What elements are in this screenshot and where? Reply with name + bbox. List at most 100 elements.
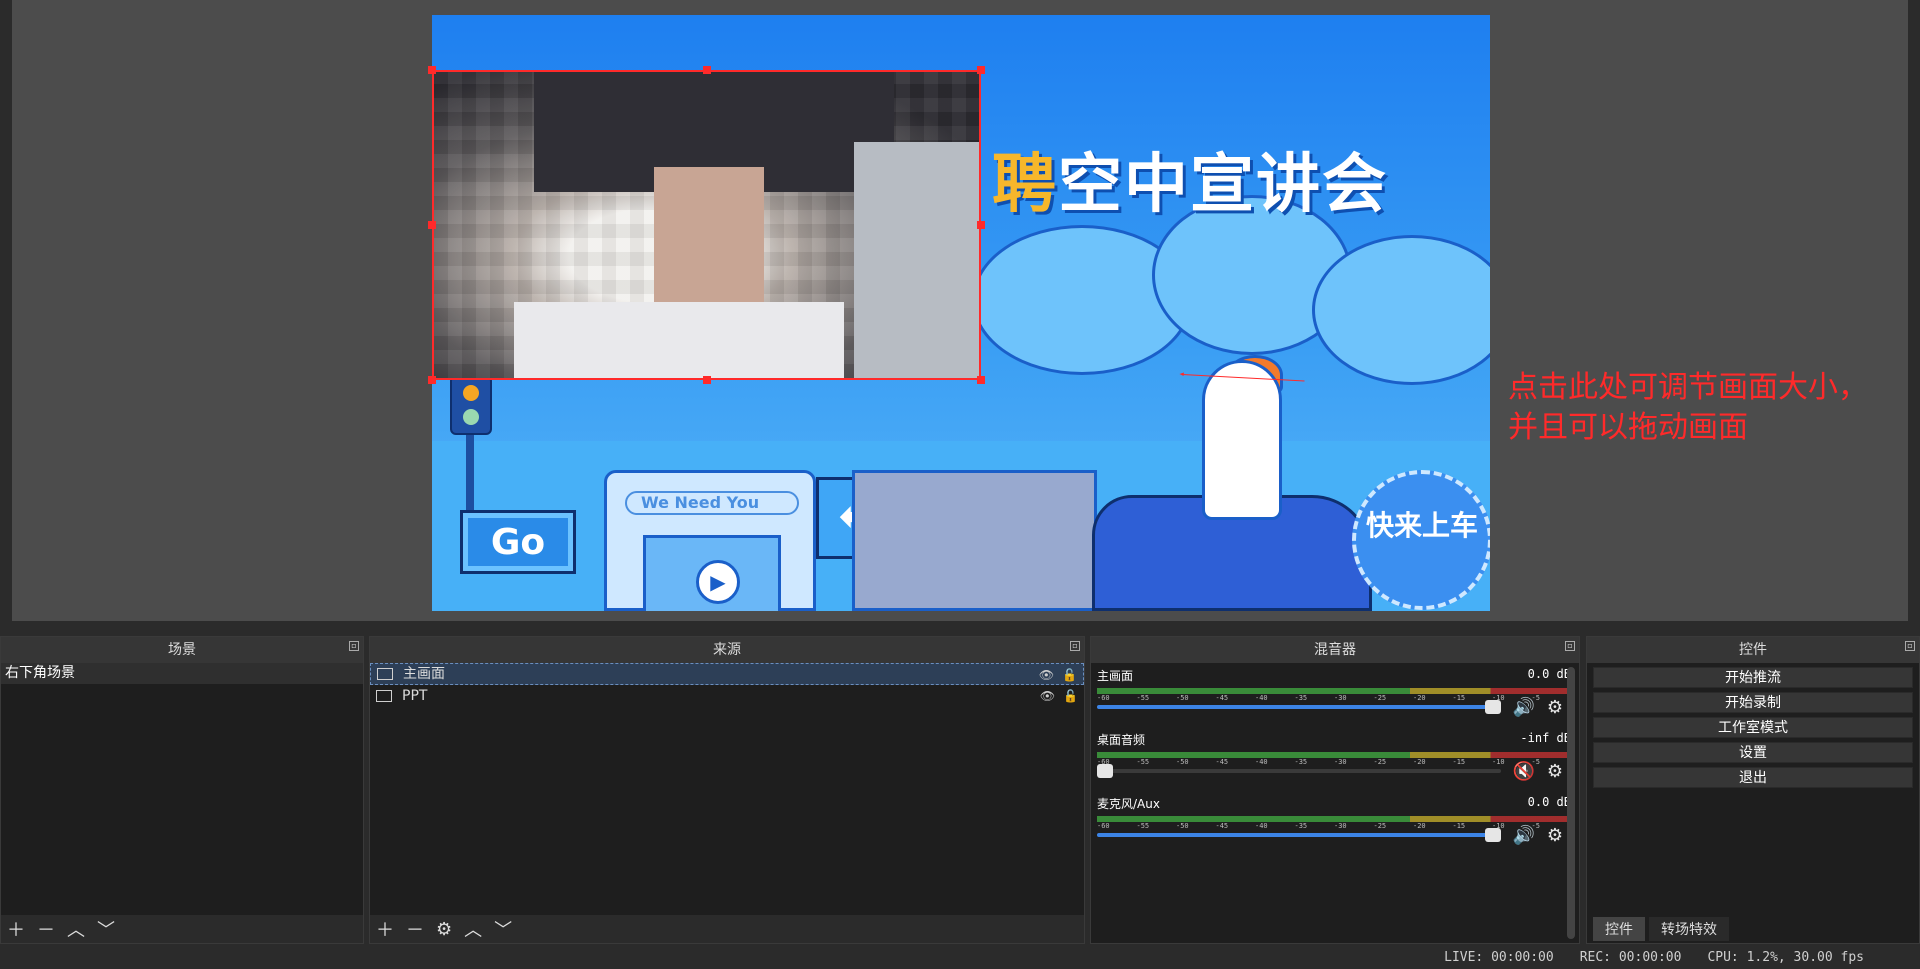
kiosk-screen: ▶ bbox=[643, 535, 781, 611]
scale-tick: -50 bbox=[1176, 694, 1189, 702]
dock-title: 控件 ▫ bbox=[1587, 637, 1919, 663]
resize-handle-bl[interactable] bbox=[428, 376, 436, 384]
speaker-icon[interactable]: 🔊 bbox=[1512, 697, 1534, 718]
float-icon[interactable]: ▫ bbox=[1905, 641, 1915, 651]
mixer-scrollbar[interactable] bbox=[1567, 667, 1575, 939]
live-timer: LIVE: 00:00:00 bbox=[1444, 950, 1554, 965]
slider-handle[interactable] bbox=[1485, 700, 1501, 714]
exit-button[interactable]: 退出 bbox=[1593, 767, 1913, 788]
dock-tabs: 控件 转场特效 bbox=[1593, 917, 1729, 941]
float-icon[interactable]: ▫ bbox=[1565, 641, 1575, 651]
resize-handle-tr[interactable] bbox=[977, 66, 985, 74]
blurred-region bbox=[514, 302, 844, 378]
resize-handle-br[interactable] bbox=[977, 376, 985, 384]
resize-handle-b[interactable] bbox=[703, 376, 711, 384]
scale-tick: -35 bbox=[1294, 758, 1308, 766]
move-down-icon[interactable]: ﹀ bbox=[97, 916, 115, 942]
tab-transitions[interactable]: 转场特效 bbox=[1649, 917, 1729, 941]
channel-db: 0.0 dB bbox=[1527, 667, 1571, 681]
scale-tick: -35 bbox=[1294, 694, 1308, 702]
scale-tick: -25 bbox=[1373, 694, 1387, 702]
banner-title: 聘空中宣讲会 bbox=[992, 148, 1388, 222]
volume-slider[interactable] bbox=[1097, 700, 1501, 714]
tab-controls[interactable]: 控件 bbox=[1593, 917, 1645, 941]
source-item[interactable]: PPT 👁 🔓 bbox=[370, 685, 1084, 707]
scale-tick: -50 bbox=[1176, 758, 1189, 766]
eye-icon[interactable]: 👁 bbox=[1039, 664, 1054, 686]
channel-name: 麦克风/Aux bbox=[1097, 797, 1160, 811]
rec-timer: REC: 00:00:00 bbox=[1579, 950, 1682, 965]
muted-speaker-icon[interactable]: 🔇 bbox=[1512, 761, 1534, 782]
gear-icon[interactable]: ⚙ bbox=[1547, 697, 1563, 718]
source-label: PPT bbox=[402, 688, 428, 704]
scale-tick: -15 bbox=[1452, 822, 1466, 830]
scale-tick: -30 bbox=[1334, 758, 1347, 766]
meter-scale: -60-55-50-45-40-35-30-25-20-15-10-50 bbox=[1097, 758, 1571, 766]
badge-stamp: 快来上车 bbox=[1352, 470, 1490, 610]
gear-icon[interactable]: ⚙ bbox=[436, 919, 452, 940]
remove-icon[interactable]: － bbox=[406, 916, 424, 942]
duck-mascot bbox=[1202, 360, 1282, 520]
speaker-icon[interactable]: 🔊 bbox=[1512, 825, 1534, 846]
info-panel bbox=[852, 470, 1097, 611]
resize-handle-t[interactable] bbox=[703, 66, 711, 74]
channel-name: 桌面音频 bbox=[1097, 733, 1146, 747]
scale-tick: -15 bbox=[1452, 694, 1466, 702]
lock-icon[interactable]: 🔓 bbox=[1063, 685, 1078, 707]
scale-tick: -40 bbox=[1255, 822, 1268, 830]
scale-tick: -35 bbox=[1294, 822, 1308, 830]
volume-meter bbox=[1097, 688, 1571, 694]
scale-tick: -60 bbox=[1097, 694, 1110, 702]
sources-dock: 来源 ▫ 主画面 👁 🔓 PPT 👁 🔓 ＋ － ⚙ ︿ ﹀ bbox=[369, 636, 1085, 944]
scale-tick: -50 bbox=[1176, 822, 1189, 830]
remove-icon[interactable]: － bbox=[37, 916, 55, 942]
sources-toolbar: ＋ － ⚙ ︿ ﹀ bbox=[370, 915, 1084, 943]
cpu-usage: CPU: 1.2%, 30.00 fps bbox=[1707, 950, 1864, 965]
scale-tick: -30 bbox=[1334, 694, 1347, 702]
eye-icon[interactable]: 👁 bbox=[1040, 685, 1055, 707]
controls-dock: 控件 ▫ 开始推流 开始录制 工作室模式 设置 退出 控件 转场特效 bbox=[1586, 636, 1920, 944]
move-down-icon[interactable]: ﹀ bbox=[494, 916, 512, 942]
kiosk-search-box: We Need You bbox=[625, 491, 799, 515]
scene-item[interactable]: 右下角场景 bbox=[1, 663, 363, 684]
float-icon[interactable]: ▫ bbox=[349, 641, 359, 651]
play-icon: ▶ bbox=[696, 560, 740, 604]
lock-icon[interactable]: 🔓 bbox=[1062, 664, 1077, 686]
scale-tick: -25 bbox=[1373, 758, 1387, 766]
start-streaming-button[interactable]: 开始推流 bbox=[1593, 667, 1913, 688]
start-recording-button[interactable]: 开始录制 bbox=[1593, 692, 1913, 713]
gear-icon[interactable]: ⚙ bbox=[1547, 825, 1563, 846]
webcam-source[interactable] bbox=[432, 70, 981, 380]
channel-name: 主画面 bbox=[1097, 669, 1134, 683]
scale-tick: -55 bbox=[1136, 694, 1150, 702]
slider-handle[interactable] bbox=[1485, 828, 1501, 842]
move-up-icon[interactable]: ︿ bbox=[464, 916, 482, 942]
camera-icon bbox=[377, 668, 393, 680]
resize-handle-l[interactable] bbox=[428, 221, 436, 229]
move-up-icon[interactable]: ︿ bbox=[67, 916, 85, 942]
go-sign: Go bbox=[460, 510, 576, 574]
volume-meter bbox=[1097, 752, 1571, 758]
channel-db: -inf dB bbox=[1520, 731, 1571, 745]
float-icon[interactable]: ▫ bbox=[1070, 641, 1080, 651]
volume-slider[interactable] bbox=[1097, 828, 1501, 842]
slider-handle[interactable] bbox=[1097, 764, 1113, 778]
source-item[interactable]: 主画面 👁 🔓 bbox=[370, 663, 1084, 685]
volume-slider[interactable] bbox=[1097, 764, 1501, 778]
add-icon[interactable]: ＋ bbox=[7, 916, 25, 942]
blurred-region bbox=[854, 142, 979, 378]
scale-tick: -60 bbox=[1097, 822, 1110, 830]
annotation-text: 点击此处可调节画面大小，并且可以拖动画面 bbox=[1508, 370, 1868, 445]
resize-handle-r[interactable] bbox=[977, 221, 985, 229]
window-capture-icon bbox=[376, 690, 392, 702]
mixer-channel: 麦克风/Aux 0.0 dB -60 -55 -50 -45 -40 -35 -30 -25 -2… bbox=[1091, 791, 1579, 855]
add-icon[interactable]: ＋ bbox=[376, 916, 394, 942]
scale-tick: -10 bbox=[1492, 758, 1505, 766]
mixer-channel: 主画面 0.0 dB -60 -55 -50 -45 -40 -35 -30 -25 -20 -15… bbox=[1091, 663, 1579, 727]
gear-icon[interactable]: ⚙ bbox=[1547, 761, 1563, 782]
studio-mode-button[interactable]: 工作室模式 bbox=[1593, 717, 1913, 738]
source-label: 主画面 bbox=[403, 666, 445, 682]
settings-button[interactable]: 设置 bbox=[1593, 742, 1913, 763]
volume-meter bbox=[1097, 816, 1571, 822]
resize-handle-tl[interactable] bbox=[428, 66, 436, 74]
